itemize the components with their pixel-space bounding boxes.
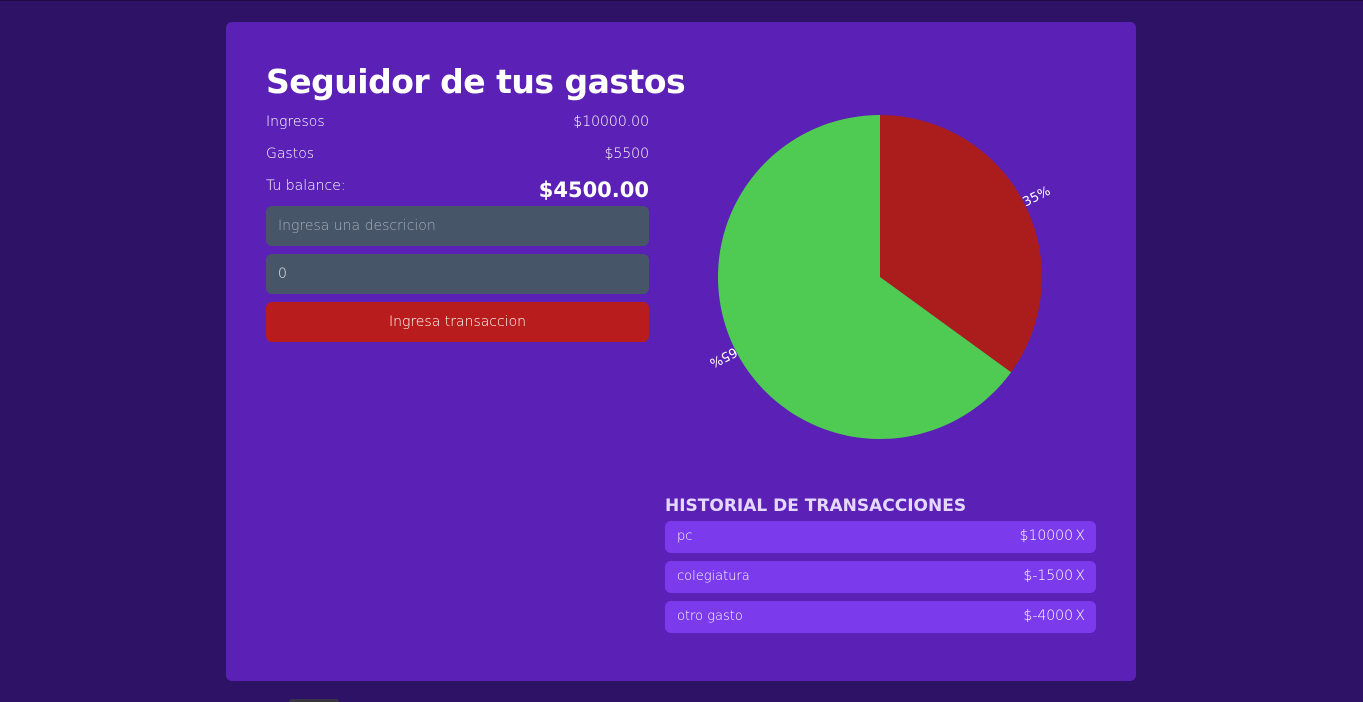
- delete-transaction-button[interactable]: X: [1075, 568, 1085, 584]
- pie-chart-svg: 35% 65%: [707, 115, 1054, 439]
- amount-input[interactable]: [266, 254, 649, 294]
- expense-tracker-card: Seguidor de tus gastos Ingresos $10000.0…: [226, 22, 1136, 681]
- page-title: Seguidor de tus gastos: [266, 62, 686, 101]
- transaction-item: colegiatura $-1500 X: [665, 561, 1096, 593]
- income-value: $10000.00: [573, 114, 649, 130]
- expenses-value: $5500: [604, 146, 649, 162]
- top-border: [0, 0, 1363, 1]
- pie-slice-label: 65%: [707, 344, 740, 370]
- delete-transaction-button[interactable]: X: [1075, 528, 1085, 544]
- description-input[interactable]: [266, 206, 649, 246]
- transaction-history-list: pc $10000 Xcolegiatura $-1500 Xotro gasto $-4…: [665, 521, 1096, 641]
- balance-value: $4500.00: [538, 178, 649, 202]
- delete-transaction-button[interactable]: X: [1075, 608, 1085, 624]
- income-row: Ingresos $10000.00: [266, 114, 649, 134]
- expenses-label: Gastos: [266, 146, 315, 162]
- transaction-amount: $-1500: [1023, 568, 1073, 584]
- transaction-description: colegiatura: [677, 569, 750, 584]
- pie-slice-label: 35%: [1021, 184, 1054, 210]
- expense-pie-chart: 35% 65%: [696, 102, 1076, 452]
- transaction-amount: $-4000: [1023, 608, 1073, 624]
- balance-label: Tu balance:: [266, 178, 346, 194]
- history-title: HISTORIAL DE TRANSACCIONES: [665, 496, 967, 516]
- transaction-item: otro gasto $-4000 X: [665, 601, 1096, 633]
- expenses-row: Gastos $5500: [266, 146, 649, 166]
- add-transaction-button[interactable]: Ingresa transaccion: [266, 302, 649, 342]
- transaction-description: pc: [677, 529, 693, 544]
- transaction-item: pc $10000 X: [665, 521, 1096, 553]
- balance-row: Tu balance: $4500.00: [266, 178, 649, 202]
- income-label: Ingresos: [266, 114, 325, 130]
- transaction-description: otro gasto: [677, 609, 743, 624]
- transaction-amount: $10000: [1019, 528, 1073, 544]
